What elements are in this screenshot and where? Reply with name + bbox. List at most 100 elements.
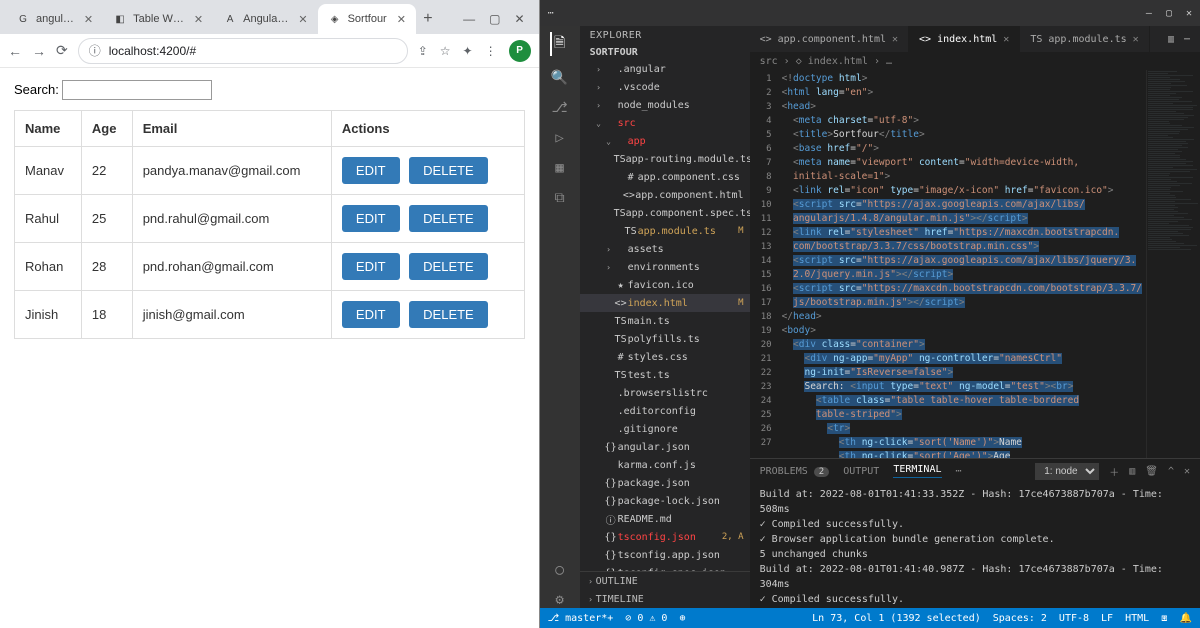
edit-button[interactable]: EDIT bbox=[342, 157, 400, 184]
edit-button[interactable]: EDIT bbox=[342, 253, 400, 280]
panel-close-icon[interactable]: ✕ bbox=[1184, 466, 1190, 477]
tree-node[interactable]: {}tsconfig.json2, A bbox=[580, 528, 750, 546]
col-name[interactable]: Name bbox=[15, 111, 82, 147]
tree-node[interactable]: TSapp.module.tsM bbox=[580, 222, 750, 240]
tree-node[interactable]: .gitignore bbox=[580, 420, 750, 438]
forward-button[interactable]: → bbox=[32, 43, 46, 59]
new-tab-button[interactable]: + bbox=[416, 10, 440, 34]
minimap[interactable] bbox=[1146, 70, 1200, 458]
tree-node[interactable]: {}tsconfig.spec.json bbox=[580, 564, 750, 571]
editor-tab[interactable]: <>index.html✕ bbox=[909, 26, 1020, 52]
close-icon[interactable]: ✕ bbox=[1133, 34, 1139, 45]
delete-button[interactable]: DELETE bbox=[409, 253, 488, 280]
delete-button[interactable]: DELETE bbox=[409, 205, 488, 232]
edit-button[interactable]: EDIT bbox=[342, 301, 400, 328]
search-icon[interactable]: 🔍 bbox=[551, 70, 568, 86]
tree-node[interactable]: TStest.ts bbox=[580, 366, 750, 384]
tree-node[interactable]: .browserslistrc bbox=[580, 384, 750, 402]
terminal-add-icon[interactable]: ＋ bbox=[1109, 464, 1119, 479]
panel-tab-output[interactable]: OUTPUT bbox=[843, 466, 879, 477]
tree-node[interactable]: ⌄src bbox=[580, 114, 750, 132]
panel-maximize-icon[interactable]: ^ bbox=[1168, 466, 1174, 477]
tab-close-icon[interactable]: ✕ bbox=[397, 13, 406, 26]
window-close-icon[interactable]: ✕ bbox=[515, 12, 525, 26]
tree-node[interactable]: ›.angular bbox=[580, 60, 750, 78]
edit-button[interactable]: EDIT bbox=[342, 205, 400, 232]
tree-node[interactable]: ›.vscode bbox=[580, 78, 750, 96]
omnibox[interactable]: ⓘ localhost:4200/# bbox=[78, 38, 408, 64]
breadcrumb[interactable]: src › ◇ index.html › … bbox=[750, 52, 1200, 70]
split-editor-icon[interactable]: ▥ bbox=[1168, 34, 1174, 45]
tree-node[interactable]: ›assets bbox=[580, 240, 750, 258]
panel-tab-terminal[interactable]: TERMINAL bbox=[893, 464, 941, 478]
browser-tab[interactable]: Gangul…✕ bbox=[6, 4, 103, 34]
tab-close-icon[interactable]: ✕ bbox=[194, 13, 203, 26]
tree-node[interactable]: TSpolyfills.ts bbox=[580, 330, 750, 348]
tree-node[interactable]: {}package.json bbox=[580, 474, 750, 492]
terminal-trash-icon[interactable]: 🗑 bbox=[1145, 466, 1158, 477]
settings-gear-icon[interactable]: ⚙ bbox=[555, 592, 563, 608]
status-item[interactable]: UTF-8 bbox=[1059, 613, 1089, 624]
window-minimize-icon[interactable]: — bbox=[463, 12, 475, 26]
tree-node[interactable]: TSapp-routing.module.ts bbox=[580, 150, 750, 168]
files-icon[interactable]: 🗎 bbox=[550, 32, 565, 56]
tree-node[interactable]: {}tsconfig.app.json bbox=[580, 546, 750, 564]
search-input[interactable] bbox=[62, 80, 212, 100]
close-icon[interactable]: ✕ bbox=[892, 34, 898, 45]
tree-node[interactable]: ⌄app bbox=[580, 132, 750, 150]
tree-node[interactable]: #styles.css bbox=[580, 348, 750, 366]
vscode-max-icon[interactable]: ▢ bbox=[1166, 8, 1172, 19]
tab-close-icon[interactable]: ✕ bbox=[298, 13, 307, 26]
sidebar-section[interactable]: ›TIMELINE bbox=[580, 590, 750, 608]
run-icon[interactable]: ▷ bbox=[555, 130, 563, 146]
tree-node[interactable]: #app.component.css bbox=[580, 168, 750, 186]
tree-node[interactable]: ›environments bbox=[580, 258, 750, 276]
terminal-task-select[interactable]: 1: node bbox=[1035, 463, 1099, 480]
col-age[interactable]: Age bbox=[81, 111, 132, 147]
bookmark-star-icon[interactable]: ☆ bbox=[440, 44, 451, 58]
window-maximize-icon[interactable]: ▢ bbox=[489, 12, 500, 26]
browser-tab[interactable]: AAngula…✕ bbox=[213, 4, 317, 34]
browser-tab[interactable]: ◈Sortfour✕ bbox=[318, 4, 416, 34]
sidebar-section[interactable]: ›OUTLINE bbox=[580, 572, 750, 590]
status-item[interactable]: ⊕ bbox=[679, 613, 685, 624]
tree-node[interactable]: .editorconfig bbox=[580, 402, 750, 420]
status-item[interactable]: Spaces: 2 bbox=[993, 613, 1047, 624]
vscode-min-icon[interactable]: — bbox=[1146, 8, 1152, 19]
site-info-icon[interactable]: ⓘ bbox=[89, 42, 101, 59]
titlebar-menu-icon[interactable]: ⋯ bbox=[548, 8, 554, 19]
terminal-output[interactable]: Build at: 2022-08-01T01:41:33.352Z - Has… bbox=[750, 483, 1200, 608]
status-item[interactable]: Ln 73, Col 1 (1392 selected) bbox=[812, 613, 981, 624]
tree-node[interactable]: {}package-lock.json bbox=[580, 492, 750, 510]
extensions-icon[interactable]: ▦ bbox=[555, 160, 563, 176]
editor-tab[interactable]: TSapp.module.ts✕ bbox=[1020, 26, 1149, 52]
panel-tab-more[interactable]: ⋯ bbox=[956, 466, 962, 477]
status-item[interactable]: ⎇ master*+ bbox=[548, 613, 614, 624]
extensions-icon[interactable]: ✦ bbox=[463, 44, 473, 58]
status-item[interactable]: LF bbox=[1101, 613, 1113, 624]
source-control-icon[interactable]: ⎇ bbox=[552, 100, 568, 116]
tree-node[interactable]: karma.conf.js bbox=[580, 456, 750, 474]
share-icon[interactable]: ⇪ bbox=[418, 44, 428, 58]
tree-node[interactable]: ›node_modules bbox=[580, 96, 750, 114]
back-button[interactable]: ← bbox=[8, 43, 22, 59]
status-item[interactable]: ⧆ bbox=[1161, 613, 1167, 624]
more-icon[interactable]: ⋯ bbox=[1184, 34, 1190, 45]
vscode-close-icon[interactable]: ✕ bbox=[1186, 8, 1192, 19]
code-editor[interactable]: <!doctype html><html lang="en"><head> <m… bbox=[778, 70, 1146, 458]
delete-button[interactable]: DELETE bbox=[409, 301, 488, 328]
reload-button[interactable]: ⟳ bbox=[56, 42, 68, 59]
tree-node[interactable]: TSmain.ts bbox=[580, 312, 750, 330]
tree-node[interactable]: <>index.htmlM bbox=[580, 294, 750, 312]
status-item[interactable]: ⊘ 0 ⚠ 0 bbox=[625, 613, 667, 624]
chrome-menu-icon[interactable]: ⋮ bbox=[485, 44, 497, 58]
remote-icon[interactable]: ⧉ bbox=[555, 190, 565, 206]
panel-tab-problems[interactable]: PROBLEMS 2 bbox=[760, 466, 830, 477]
profile-avatar[interactable]: P bbox=[509, 40, 531, 62]
tab-close-icon[interactable]: ✕ bbox=[84, 13, 93, 26]
terminal-split-icon[interactable]: ▥ bbox=[1129, 466, 1135, 477]
browser-tab[interactable]: ◧Table W…✕ bbox=[103, 4, 213, 34]
status-item[interactable]: 🔔 bbox=[1180, 613, 1192, 624]
close-icon[interactable]: ✕ bbox=[1003, 34, 1009, 45]
account-icon[interactable]: ◯ bbox=[555, 562, 563, 578]
